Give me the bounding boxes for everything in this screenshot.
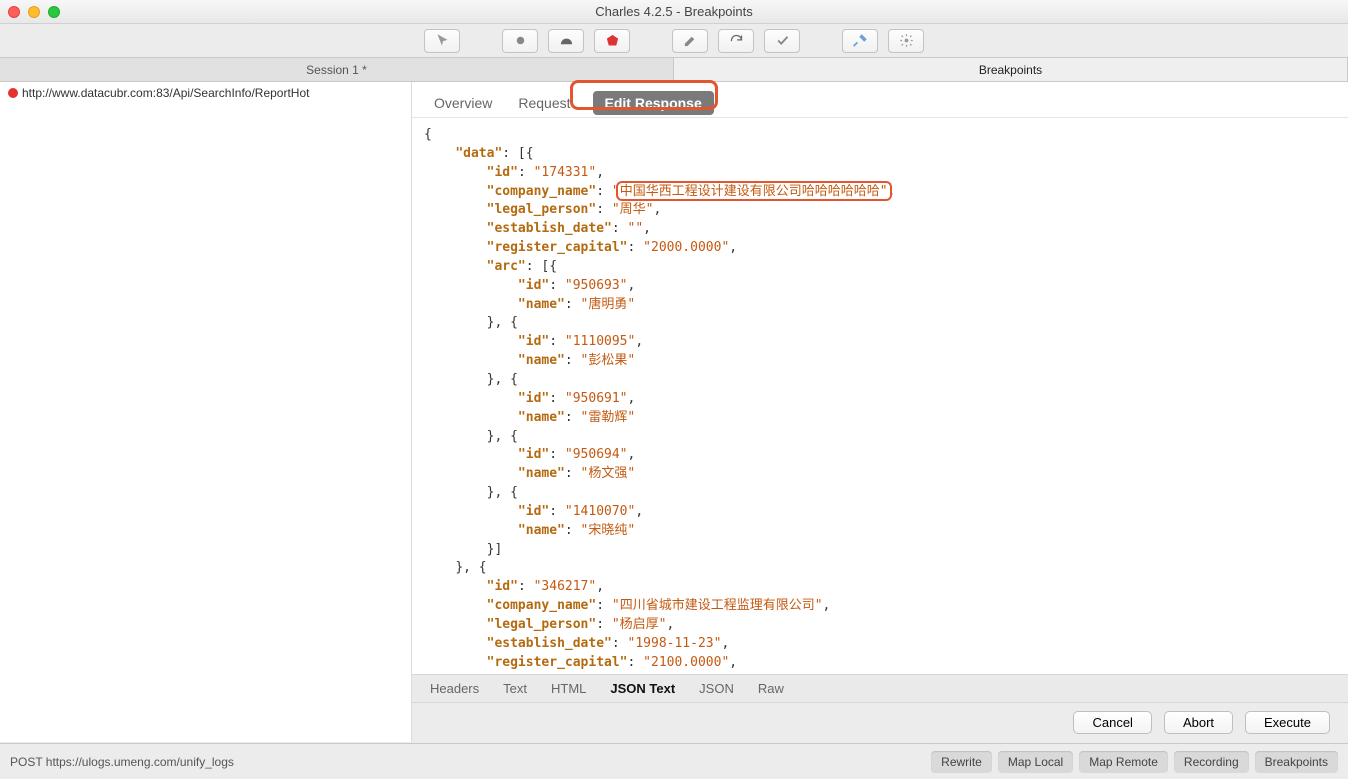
format-tab-json[interactable]: JSON bbox=[699, 681, 734, 696]
chip-mapremote[interactable]: Map Remote bbox=[1079, 751, 1168, 773]
sidebar-item-url: http://www.datacubr.com:83/Api/SearchInf… bbox=[22, 86, 309, 100]
tab-breakpoints[interactable]: Breakpoints bbox=[674, 58, 1348, 81]
content-pane: Overview Request Edit Response { "data":… bbox=[412, 82, 1348, 742]
abort-button[interactable]: Abort bbox=[1164, 711, 1233, 734]
format-tab-text[interactable]: Text bbox=[503, 681, 527, 696]
window-controls bbox=[8, 6, 60, 18]
window-title: Charles 4.2.5 - Breakpoints bbox=[595, 4, 753, 19]
sidebar-request-item[interactable]: http://www.datacubr.com:83/Api/SearchInf… bbox=[0, 82, 411, 104]
titlebar: Charles 4.2.5 - Breakpoints bbox=[0, 0, 1348, 24]
status-text: POST https://ulogs.umeng.com/unify_logs bbox=[10, 755, 234, 769]
repeat-button[interactable] bbox=[718, 29, 754, 53]
pointer-tool-button[interactable] bbox=[424, 29, 460, 53]
subtab-edit-response[interactable]: Edit Response bbox=[593, 91, 714, 115]
chip-recording[interactable]: Recording bbox=[1174, 751, 1249, 773]
format-tab-raw[interactable]: Raw bbox=[758, 681, 784, 696]
validate-button[interactable] bbox=[764, 29, 800, 53]
zoom-icon[interactable] bbox=[48, 6, 60, 18]
action-bar: Cancel Abort Execute bbox=[412, 702, 1348, 742]
edit-subtabs: Overview Request Edit Response bbox=[412, 82, 1348, 118]
subtab-request[interactable]: Request bbox=[514, 91, 574, 115]
tools-button[interactable] bbox=[842, 29, 878, 53]
status-bar: POST https://ulogs.umeng.com/unify_logs … bbox=[0, 743, 1348, 779]
sidebar: http://www.datacubr.com:83/Api/SearchInf… bbox=[0, 82, 412, 742]
execute-button[interactable]: Execute bbox=[1245, 711, 1330, 734]
record-button[interactable] bbox=[502, 29, 538, 53]
chip-rewrite[interactable]: Rewrite bbox=[931, 751, 992, 773]
throttle-button[interactable] bbox=[548, 29, 584, 53]
close-icon[interactable] bbox=[8, 6, 20, 18]
main-tabrow: Session 1 * Breakpoints bbox=[0, 58, 1348, 82]
subtab-overview[interactable]: Overview bbox=[430, 91, 496, 115]
format-tab-jsontext[interactable]: JSON Text bbox=[610, 681, 675, 696]
settings-button[interactable] bbox=[888, 29, 924, 53]
tab-session[interactable]: Session 1 * bbox=[0, 58, 674, 81]
breakpoint-dot-icon bbox=[8, 88, 18, 98]
main-area: http://www.datacubr.com:83/Api/SearchInf… bbox=[0, 82, 1348, 742]
edit-button[interactable] bbox=[672, 29, 708, 53]
chip-maplocal[interactable]: Map Local bbox=[998, 751, 1073, 773]
breakpoints-toggle-button[interactable] bbox=[594, 29, 630, 53]
cancel-button[interactable]: Cancel bbox=[1073, 711, 1151, 734]
json-text-editor[interactable]: { "data": [{ "id": "174331", "company_na… bbox=[412, 118, 1348, 674]
format-tab-html[interactable]: HTML bbox=[551, 681, 586, 696]
status-chips: Rewrite Map Local Map Remote Recording B… bbox=[931, 751, 1338, 773]
format-tab-headers[interactable]: Headers bbox=[430, 681, 479, 696]
chip-breakpoints[interactable]: Breakpoints bbox=[1255, 751, 1338, 773]
toolbar bbox=[0, 24, 1348, 58]
format-tabs: Headers Text HTML JSON Text JSON Raw bbox=[412, 674, 1348, 702]
minimize-icon[interactable] bbox=[28, 6, 40, 18]
